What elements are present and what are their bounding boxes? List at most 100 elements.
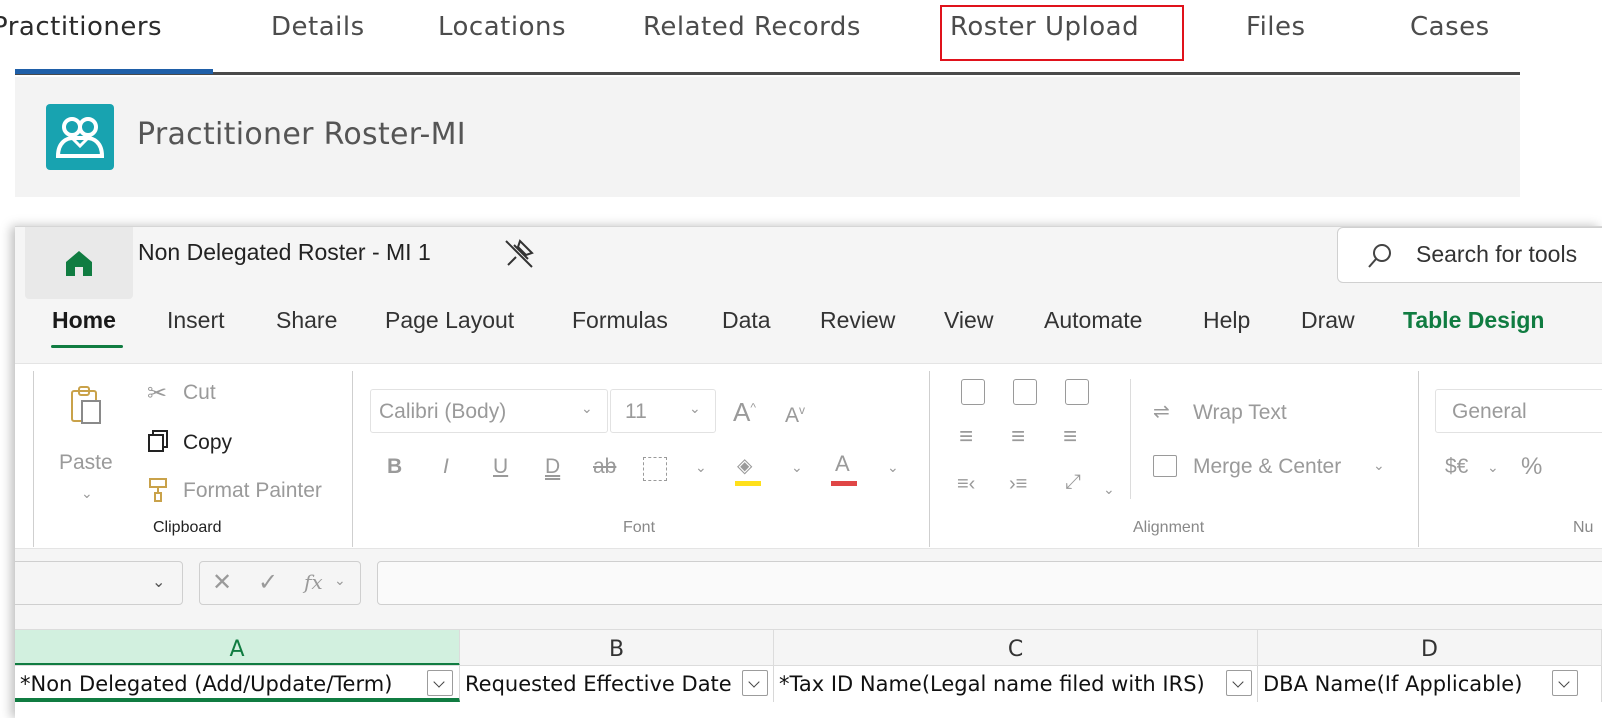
- underline-icon[interactable]: U: [493, 455, 508, 479]
- ribbon-tab-insert[interactable]: Insert: [167, 307, 225, 334]
- bold-icon[interactable]: B: [387, 455, 402, 479]
- chevron-down-icon[interactable]: ⌄: [1373, 457, 1385, 474]
- tab-locations[interactable]: Locations: [438, 12, 566, 42]
- column-header-a[interactable]: A: [15, 630, 460, 666]
- clipboard-group-label: Clipboard: [153, 519, 222, 536]
- chevron-down-icon[interactable]: ⌄: [334, 572, 346, 589]
- tab-details[interactable]: Details: [271, 12, 365, 42]
- text-orientation-icon[interactable]: ⤢: [1065, 471, 1081, 494]
- pin-off-icon[interactable]: [500, 235, 538, 278]
- name-box[interactable]: ⌄: [15, 561, 183, 605]
- tabs-divider: [15, 72, 1520, 75]
- column-headers: A B C D: [15, 629, 1602, 666]
- font-size-select[interactable]: 11 ⌄: [610, 389, 716, 433]
- paste-chevron-icon[interactable]: ⌄: [81, 485, 93, 502]
- tab-cases[interactable]: Cases: [1410, 12, 1490, 42]
- insert-function-icon[interactable]: fx: [304, 570, 323, 594]
- format-painter-label[interactable]: Format Painter: [183, 479, 322, 503]
- alignment-inner-separator: [1130, 379, 1131, 499]
- tab-files[interactable]: Files: [1246, 12, 1306, 42]
- currency-format-button[interactable]: $€: [1445, 455, 1468, 479]
- chevron-down-icon[interactable]: ⌄: [695, 459, 707, 476]
- ribbon-tab-help[interactable]: Help: [1203, 307, 1250, 334]
- ribbon-tab-view[interactable]: View: [944, 307, 993, 334]
- column-header-d[interactable]: D: [1258, 630, 1602, 666]
- column-header-b[interactable]: B: [460, 630, 774, 666]
- font-family-select[interactable]: Calibri (Body) ⌄: [370, 389, 608, 433]
- chevron-down-icon: ⌄: [689, 400, 701, 416]
- strikethrough-icon[interactable]: ab: [593, 455, 616, 479]
- ribbon-tab-formulas[interactable]: Formulas: [572, 307, 668, 334]
- italic-icon[interactable]: I: [443, 455, 449, 479]
- ribbon-tab-automate[interactable]: Automate: [1044, 307, 1142, 334]
- chevron-down-icon: ⌄: [152, 574, 166, 591]
- align-right-icon[interactable]: ≡: [1063, 423, 1077, 451]
- paste-button-label[interactable]: Paste: [59, 451, 113, 475]
- chevron-down-icon[interactable]: ⌄: [887, 459, 899, 476]
- ribbon-tab-data[interactable]: Data: [722, 307, 771, 334]
- enter-check-icon[interactable]: ✓: [258, 568, 278, 597]
- column-header-c[interactable]: C: [774, 630, 1258, 666]
- decrease-font-icon[interactable]: Av: [785, 403, 805, 428]
- decrease-indent-icon[interactable]: ≡‹: [957, 473, 975, 496]
- formula-input[interactable]: [377, 561, 1602, 605]
- copy-icon[interactable]: [147, 429, 169, 458]
- paste-icon[interactable]: [68, 385, 104, 430]
- tab-practitioners[interactable]: Practitioners: [0, 12, 162, 42]
- merge-center-label[interactable]: Merge & Center: [1193, 455, 1341, 479]
- header-cell-d1[interactable]: DBA Name(If Applicable): [1258, 666, 1602, 702]
- merge-center-icon[interactable]: [1153, 455, 1177, 477]
- ribbon-tab-share[interactable]: Share: [276, 307, 337, 334]
- copy-button-label[interactable]: Copy: [183, 431, 232, 455]
- search-tools-box[interactable]: Search for tools: [1337, 227, 1602, 283]
- filter-dropdown-icon[interactable]: [1226, 670, 1252, 696]
- alignment-group-label: Alignment: [1133, 519, 1205, 536]
- format-painter-icon[interactable]: [147, 477, 169, 508]
- borders-icon[interactable]: [643, 457, 667, 481]
- number-format-select[interactable]: General: [1435, 389, 1602, 433]
- ribbon-tab-home[interactable]: Home: [52, 307, 116, 334]
- align-left-icon[interactable]: ≡: [959, 423, 973, 451]
- ribbon-active-indicator: [51, 345, 123, 348]
- increase-indent-icon[interactable]: ›≡: [1009, 473, 1027, 496]
- double-underline-icon[interactable]: D: [545, 455, 560, 479]
- wrap-text-icon[interactable]: ⇌: [1153, 399, 1170, 424]
- chevron-down-icon[interactable]: ⌄: [791, 459, 803, 476]
- tab-related-records[interactable]: Related Records: [643, 12, 861, 42]
- font-color-swatch: [831, 481, 857, 486]
- scissors-icon[interactable]: ✂: [147, 379, 167, 408]
- align-middle-icon[interactable]: [1013, 379, 1037, 405]
- cell-text: *Tax ID Name(Legal name filed with IRS): [779, 672, 1205, 696]
- ribbon-tab-page-layout[interactable]: Page Layout: [385, 307, 514, 334]
- ribbon-tab-review[interactable]: Review: [820, 307, 895, 334]
- header-cell-a1[interactable]: *Non Delegated (Add/Update/Term): [15, 666, 460, 702]
- ribbon-separator: [352, 371, 353, 547]
- chevron-down-icon[interactable]: ⌄: [1487, 459, 1499, 476]
- wrap-text-label[interactable]: Wrap Text: [1193, 401, 1287, 425]
- header-cell-b1[interactable]: Requested Effective Date: [460, 666, 774, 702]
- percent-format-button[interactable]: %: [1521, 453, 1542, 481]
- filter-dropdown-icon[interactable]: [427, 670, 453, 696]
- ribbon-separator: [929, 371, 930, 547]
- search-icon: [1366, 242, 1394, 275]
- cut-button-label[interactable]: Cut: [183, 381, 216, 405]
- ribbon-tab-draw[interactable]: Draw: [1301, 307, 1355, 334]
- excel-home-button[interactable]: [25, 227, 133, 299]
- align-center-icon[interactable]: ≡: [1011, 423, 1025, 451]
- align-top-icon[interactable]: [961, 379, 985, 405]
- ribbon-tab-table-design[interactable]: Table Design: [1403, 307, 1544, 334]
- font-color-icon[interactable]: A: [835, 451, 850, 477]
- fill-color-icon[interactable]: ◈: [737, 453, 752, 478]
- font-group-label: Font: [623, 519, 656, 536]
- filter-dropdown-icon[interactable]: [742, 670, 768, 696]
- document-title[interactable]: Non Delegated Roster - MI 1: [138, 239, 431, 266]
- chevron-down-icon[interactable]: ⌄: [1103, 481, 1115, 498]
- cancel-icon[interactable]: ✕: [212, 568, 232, 597]
- record-header: Practitioner Roster-MI: [15, 77, 1520, 197]
- header-cell-c1[interactable]: *Tax ID Name(Legal name filed with IRS): [774, 666, 1258, 702]
- increase-font-icon[interactable]: A^: [733, 397, 756, 428]
- filter-dropdown-icon[interactable]: [1552, 670, 1578, 696]
- ribbon-panel: [15, 363, 1602, 549]
- align-bottom-icon[interactable]: [1065, 379, 1089, 405]
- formula-bar: ⌄ ✕ ✓ fx ⌄: [15, 549, 1602, 627]
